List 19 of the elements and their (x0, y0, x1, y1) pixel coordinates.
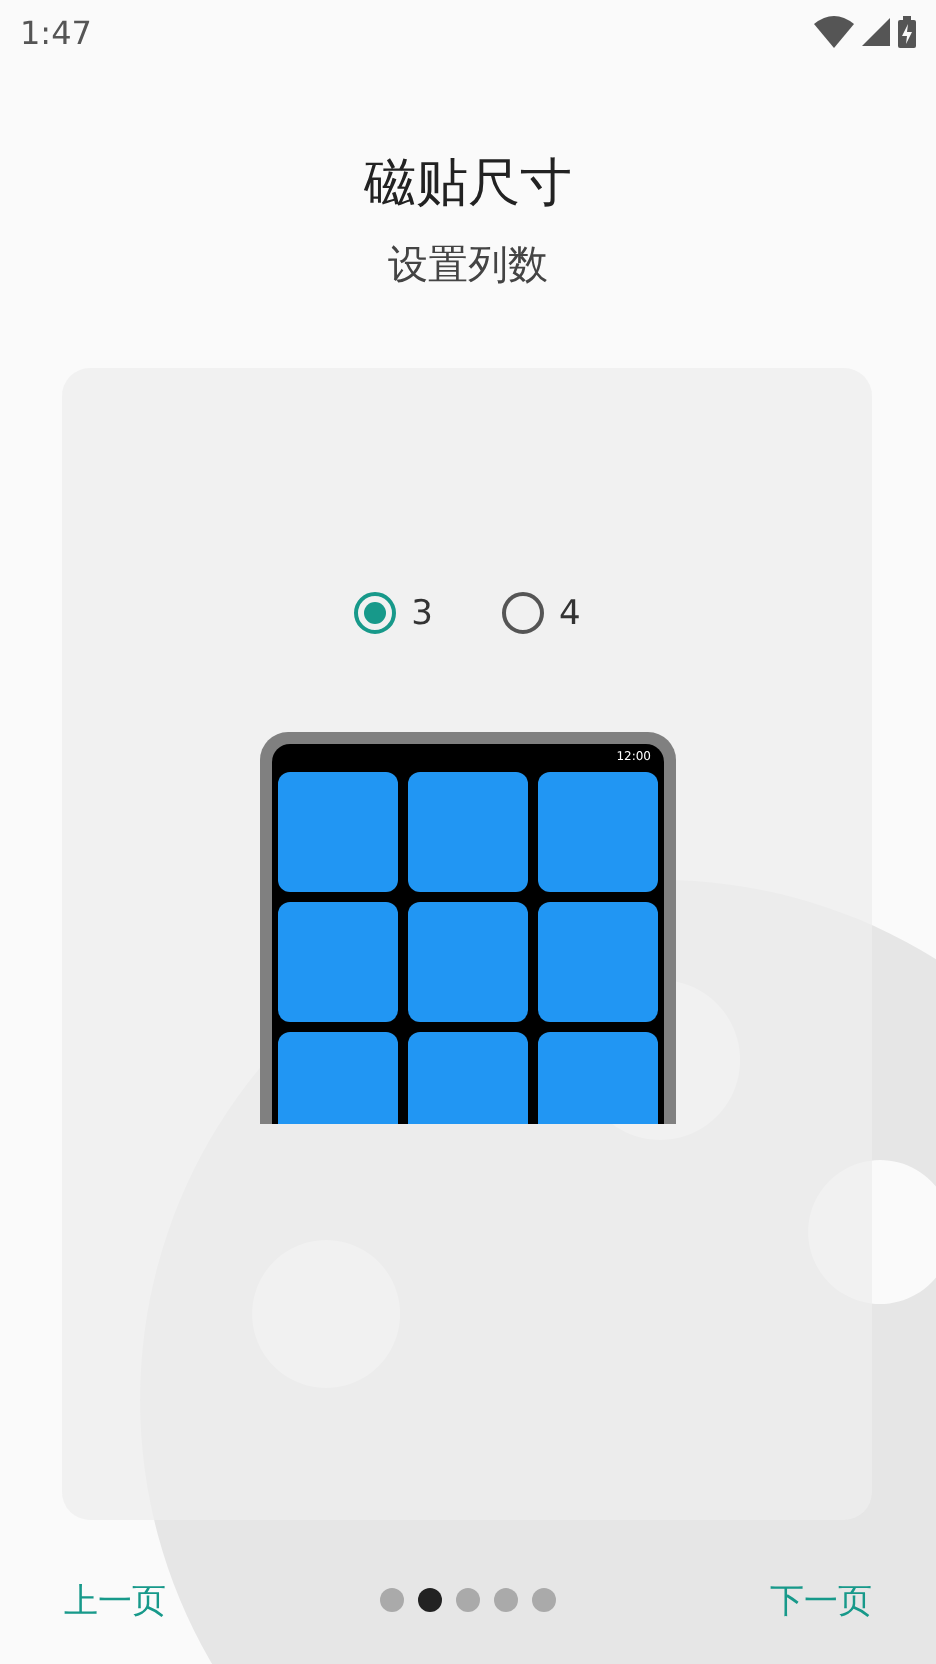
tile (537, 902, 657, 1022)
page-subtitle: 设置列数 (386, 238, 550, 292)
tile (407, 1032, 527, 1124)
tile (407, 902, 527, 1022)
column-option[interactable]: 4 (501, 592, 581, 634)
status-time: 1:47 (20, 13, 92, 51)
option-label: 4 (559, 593, 581, 633)
tile (537, 1032, 657, 1124)
tile (407, 772, 527, 892)
page-title: 磁贴尺寸 (362, 152, 574, 218)
tile (277, 1032, 397, 1124)
tile (537, 772, 657, 892)
battery-icon (898, 16, 916, 48)
tile (277, 772, 397, 892)
option-label: 3 (411, 593, 433, 633)
wifi-icon (814, 16, 854, 48)
tile (277, 902, 397, 1022)
signal-icon (862, 18, 890, 46)
column-option[interactable]: 3 (353, 592, 433, 634)
